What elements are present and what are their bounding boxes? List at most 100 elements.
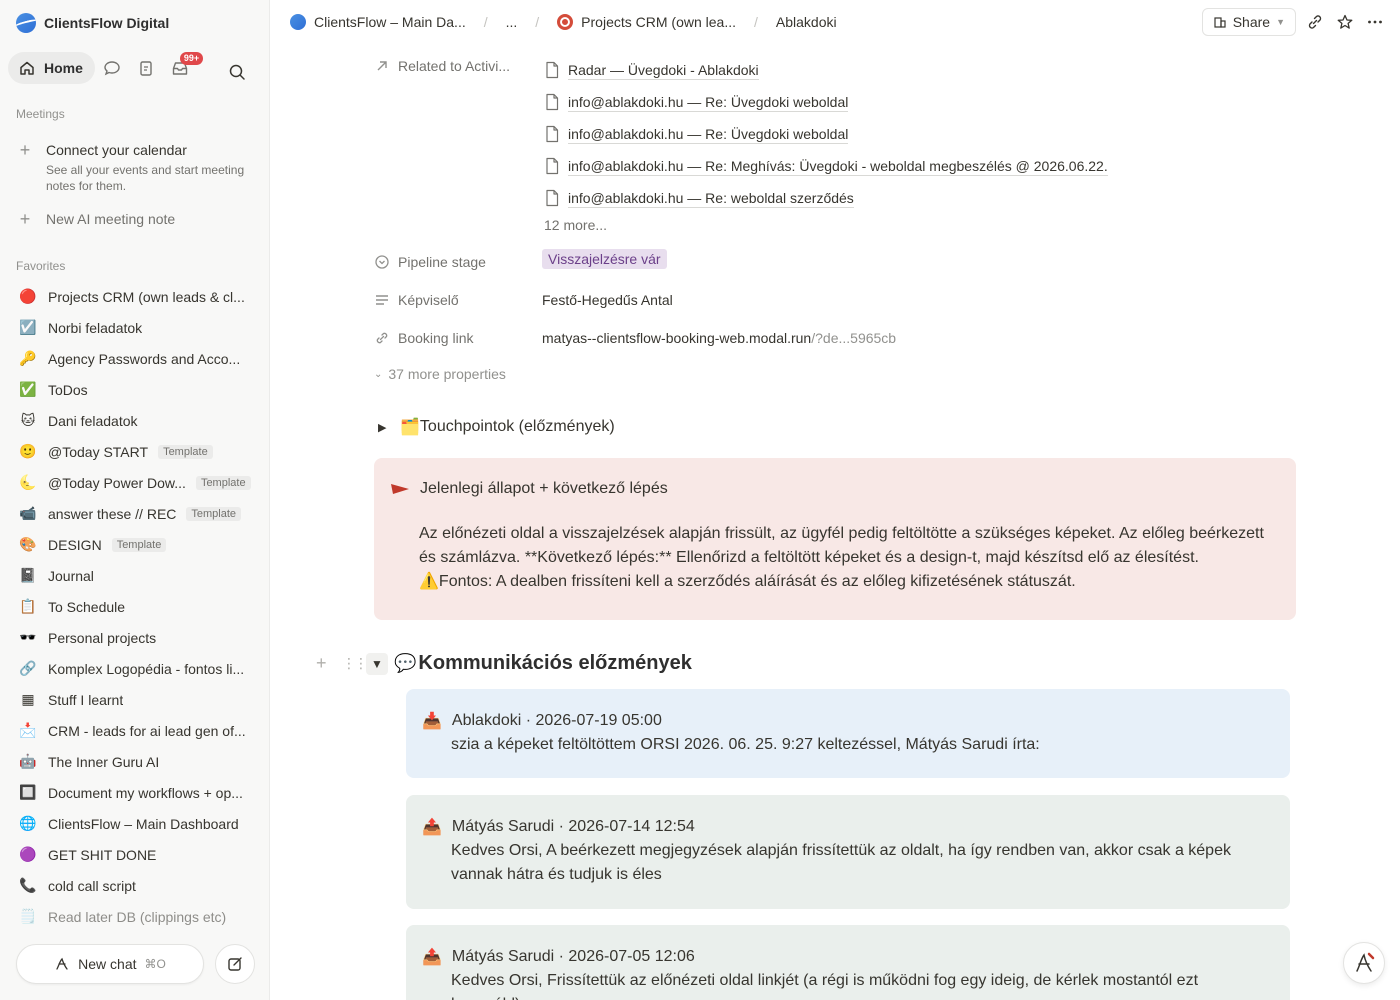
related-page-title: info@ablakdoki.hu — Re: Üvegdoki webolda…: [568, 125, 849, 144]
share-button[interactable]: Share ▼: [1201, 8, 1296, 36]
favorite-page-icon: 📞: [19, 877, 37, 893]
sidebar-favorite-item[interactable]: 🔗 Komplex Logopédia - fontos li...: [8, 653, 262, 684]
plus-icon: +: [19, 209, 31, 229]
chevron-down-icon: ▼: [1276, 17, 1285, 27]
sidebar-favorite-item[interactable]: 🐱 Dani feladatok: [8, 405, 262, 436]
red-flag-icon: [391, 484, 409, 494]
sidebar-favorite-item[interactable]: 🟣 GET SHIT DONE: [8, 839, 262, 870]
sidebar-favorite-item[interactable]: ✅ ToDos: [8, 374, 262, 405]
comms-heading-block: + ⋮⋮ ▼ 💬 Kommunikációs előzmények: [316, 652, 692, 675]
inbox-button[interactable]: 99+: [163, 52, 204, 84]
compose-button[interactable]: [215, 944, 255, 984]
breadcrumb-item-dashboard[interactable]: ClientsFlow – Main Da...: [314, 14, 466, 30]
message-card: 📥 Ablakdoki · 2026-07-19 05:00 szia a kép…: [406, 689, 1290, 778]
favorite-page-icon: 🎨: [19, 536, 37, 552]
touchpoints-icon: 🗂️: [400, 419, 420, 436]
related-page-link[interactable]: info@ablakdoki.hu — Re: weboldal szerződ…: [544, 182, 1108, 214]
more-properties-toggle[interactable]: ⌄ 37 more properties: [374, 366, 506, 382]
link-icon: [1308, 15, 1322, 29]
related-page-link[interactable]: info@ablakdoki.hu — Re: Üvegdoki webolda…: [544, 118, 1108, 150]
sidebar-favorite-item[interactable]: 🔲 Document my workflows + op...: [8, 777, 262, 808]
home-label: Home: [44, 60, 83, 76]
sidebar-favorite-item[interactable]: 📞 cold call script: [8, 870, 262, 901]
sidebar-favorite-item[interactable]: 📋 To Schedule: [8, 591, 262, 622]
favorite-label: cold call script: [48, 877, 136, 894]
clipboard-check-icon: [140, 61, 152, 76]
page-icon: [546, 61, 559, 79]
ai-assistant-button[interactable]: [1343, 942, 1385, 984]
search-icon: [229, 64, 245, 80]
favorite-label: ToDos: [48, 381, 88, 398]
favorite-label: GET SHIT DONE: [48, 846, 157, 863]
connect-calendar[interactable]: + Connect your calendar See all your eve…: [16, 140, 256, 194]
favorite-page-icon: 🔲: [19, 784, 37, 800]
sidebar-favorite-item[interactable]: 🙂 @Today START Template: [8, 436, 262, 467]
sidebar-top-nav: Home 99+: [8, 52, 262, 84]
favorite-label: @Today START: [48, 443, 149, 460]
sidebar-favorite-item[interactable]: 🌜 @Today Power Dow... Template: [8, 467, 262, 498]
tasks-button[interactable]: [129, 52, 163, 84]
sidebar-favorite-item[interactable]: ☑️ Norbi feladatok: [8, 312, 262, 343]
more-options-button[interactable]: [1364, 11, 1386, 33]
template-badge: Template: [111, 537, 167, 552]
rep-value[interactable]: Festő-Hegedűs Antal: [542, 292, 673, 308]
crm-target-icon: [557, 14, 574, 30]
breadcrumb-item-projects-crm[interactable]: Projects CRM (own lea...: [581, 14, 736, 30]
related-page-link[interactable]: info@ablakdoki.hu — Re: Meghívás: Üvegdo…: [544, 150, 1108, 182]
touchpoints-toggle[interactable]: ▶ 🗂️ Touchpointok (előzmények): [378, 417, 615, 437]
ai-chat-icon: [56, 957, 68, 970]
inbox-badge: 99+: [179, 52, 204, 65]
related-property-label: Related to Activi...: [374, 56, 510, 76]
sidebar-favorite-item[interactable]: 🗒️ Read later DB (clippings etc): [8, 901, 262, 932]
new-ai-meeting-note[interactable]: + New AI meeting note: [16, 209, 175, 229]
favorite-label: Journal: [48, 567, 94, 584]
sidebar-favorite-item[interactable]: 📩 CRM - leads for ai lead gen of...: [8, 715, 262, 746]
message-text: Kedves Orsi, Frissítettük az előnézeti o…: [451, 972, 1199, 1000]
related-page-link[interactable]: Radar — Üvegdoki - Ablakdoki: [544, 54, 1108, 86]
breadcrumb-item-current-page[interactable]: Ablakdoki: [776, 14, 837, 30]
pipeline-stage-value[interactable]: Visszajelzésre vár: [542, 249, 667, 269]
favorite-label: CRM - leads for ai lead gen of...: [48, 722, 246, 739]
related-more-link[interactable]: 12 more...: [544, 217, 607, 233]
workspace-switcher[interactable]: ClientsFlow Digital: [16, 11, 169, 35]
favorite-label: To Schedule: [48, 598, 126, 615]
chat-button[interactable]: [95, 52, 129, 84]
triangle-down-icon[interactable]: ▼: [366, 652, 388, 675]
sidebar-favorite-item[interactable]: 🤖 The Inner Guru AI: [8, 746, 262, 777]
favorites-list: 🔴 Projects CRM (own leads & cl... ☑️ Norbi …: [8, 281, 262, 932]
favorite-page-icon: ▦: [21, 691, 35, 707]
sidebar-favorite-item[interactable]: ▦ Stuff I learnt: [8, 684, 262, 715]
breadcrumb-item-ellipsis[interactable]: ...: [506, 14, 518, 30]
sidebar-favorite-item[interactable]: 📓 Journal: [8, 560, 262, 591]
favorite-label: Komplex Logopédia - fontos li...: [48, 660, 245, 677]
new-chat-button[interactable]: New chat ⌘O: [16, 944, 204, 984]
copy-link-button[interactable]: [1304, 11, 1326, 33]
search-button[interactable]: [220, 56, 254, 88]
page-icon: [546, 157, 559, 175]
related-pages-list: Radar — Üvegdoki - Ablakdoki info@ablakdo…: [544, 54, 1108, 214]
sidebar-favorite-item[interactable]: 📹 answer these // REC Template: [8, 498, 262, 529]
drag-handle-icon[interactable]: ⋮⋮: [342, 655, 368, 672]
favorite-label: DESIGN: [48, 536, 102, 553]
favorite-page-icon: 🤖: [19, 753, 37, 769]
text-lines-icon: [376, 295, 388, 305]
comms-heading: Kommunikációs előzmények: [418, 652, 692, 674]
new-chat-shortcut: ⌘O: [144, 957, 166, 971]
sidebar-favorite-item[interactable]: 🔑 Agency Passwords and Acco...: [8, 343, 262, 374]
status-circle-icon: [375, 255, 389, 269]
add-block-icon[interactable]: +: [316, 653, 336, 674]
favorite-button[interactable]: [1334, 11, 1356, 33]
sidebar-favorite-item[interactable]: 🔴 Projects CRM (own leads & cl...: [8, 281, 262, 312]
home-button[interactable]: Home: [8, 52, 95, 84]
related-page-link[interactable]: info@ablakdoki.hu — Re: Üvegdoki webolda…: [544, 86, 1108, 118]
booking-link-value[interactable]: matyas--clientsflow-booking-web.modal.ru…: [542, 330, 896, 346]
sidebar-favorite-item[interactable]: 🌐 ClientsFlow – Main Dashboard: [8, 808, 262, 839]
favorite-label: ClientsFlow – Main Dashboard: [48, 815, 239, 832]
connect-calendar-subtitle: See all your events and start meeting no…: [46, 163, 245, 193]
sidebar-favorite-item[interactable]: 🎨 DESIGN Template: [8, 529, 262, 560]
favorite-label: Norbi feladatok: [48, 319, 143, 336]
sidebar-favorite-item[interactable]: 🕶️ Personal projects: [8, 622, 262, 653]
home-icon: [20, 61, 34, 75]
new-chat-label: New chat: [78, 956, 137, 972]
breadcrumb-separator: /: [483, 14, 488, 30]
